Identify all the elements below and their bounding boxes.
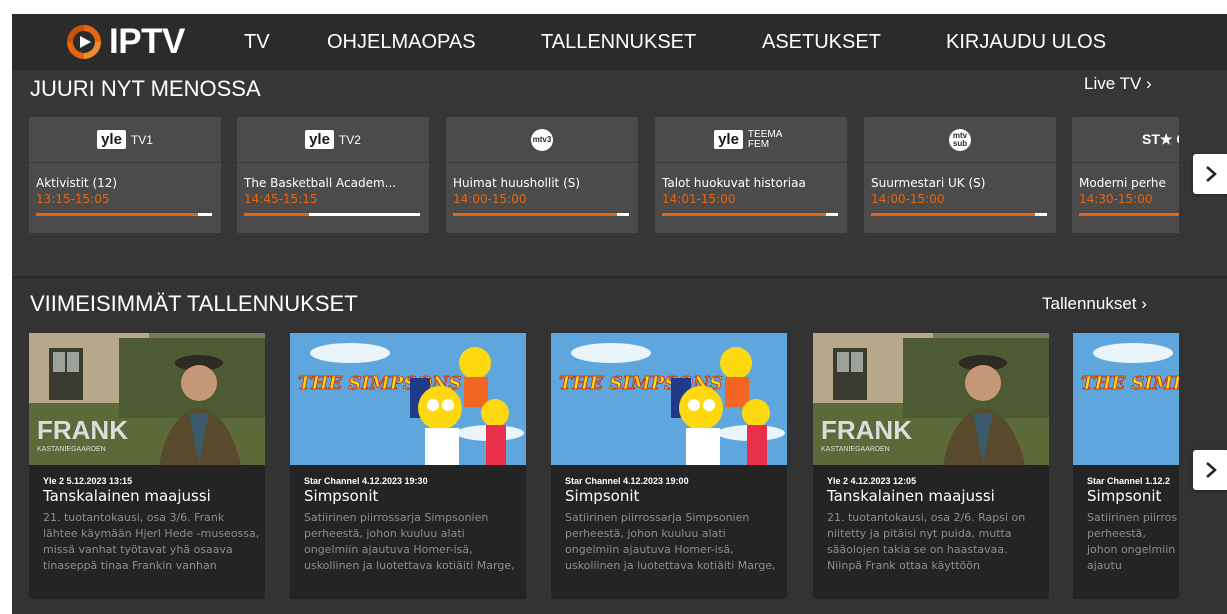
svg-text:KASTANIEGAARDEN: KASTANIEGAARDEN [37, 446, 106, 453]
recording-title: Tanskalainen maajussi [827, 487, 995, 505]
progress-bar [871, 213, 1047, 216]
svg-text:FRANK: FRANK [821, 415, 912, 445]
recording-thumbnail: THE SIMPSONS [551, 333, 787, 465]
recording-thumbnail: THE SIMPSONS [290, 333, 526, 465]
channel-program: The Basketball Academ... [244, 176, 397, 190]
channel-logo: yle TV1 [29, 117, 221, 163]
recording-meta: Yle 2 4.12.2023 12:05 [827, 476, 917, 486]
channel-card[interactable]: mtv3 Huimat huushollit (S) 14:00-15:00 [446, 117, 638, 233]
channel-logo: yle TV2 [237, 117, 429, 163]
channel-card[interactable]: yle TV1 Aktivistit (12) 13:15-15:05 [29, 117, 221, 233]
channel-program: Huimat huushollit (S) [453, 176, 581, 190]
recordings-carousel: FRANK KASTANIEGAARDEN Yle 2 5.12.2023 13… [29, 333, 1179, 599]
recording-description: 21. tuotantokausi, osa 3/6. Frank lähtee… [43, 511, 260, 572]
iptv-logo[interactable]: IPTV [67, 24, 185, 60]
top-navigation-bar: IPTV TV OHJELMAOPAS TALLENNUKSET ASETUKS… [12, 14, 1227, 70]
recording-thumbnail: FRANK KASTANIEGAARDEN [29, 333, 265, 465]
nav-tv[interactable]: TV [244, 31, 270, 54]
progress-bar [244, 213, 420, 216]
nav-kirjaudu-ulos[interactable]: KIRJAUDU ULOS [946, 31, 1106, 54]
nav-ohjelmaopas[interactable]: OHJELMAOPAS [327, 31, 476, 54]
channel-time: 14:45-15:15 [244, 192, 318, 206]
channel-time: 14:00-15:00 [453, 192, 527, 206]
recording-title: Simpsonit [565, 487, 640, 505]
recording-meta: Star Channel 4.12.2023 19:00 [565, 476, 689, 486]
recording-title: Simpsonit [1087, 487, 1162, 505]
channel-program: Talot huokuvat historiaa [662, 176, 806, 190]
channel-program: Aktivistit (12) [36, 176, 118, 190]
channel-card[interactable]: ST★ CHANN Moderni perhe 14:30-15:00 [1072, 117, 1179, 233]
iptv-app: IPTV TV OHJELMAOPAS TALLENNUKSET ASETUKS… [12, 14, 1227, 614]
live-tv-link[interactable]: Live TV › [1084, 74, 1152, 94]
recording-description: 21. tuotantokausi, osa 2/6. Rapsi on nii… [827, 511, 1026, 572]
recording-card[interactable]: FRANK KASTANIEGAARDEN Yle 2 5.12.2023 13… [29, 333, 265, 599]
recording-card[interactable]: THE SIMPSONS Star Channel 4.12.2023 19:3… [290, 333, 526, 599]
chevron-right-icon [1206, 166, 1217, 182]
now-playing-title: JUURI NYT MENOSSA [30, 76, 261, 101]
channel-time: 14:00-15:00 [871, 192, 945, 206]
channel-card[interactable]: yle TEEMA FEM Talot huokuvat historiaa 14… [655, 117, 847, 233]
svg-text:FRANK: FRANK [37, 415, 128, 445]
recordings-title: VIIMEISIMMÄT TALLENNUKSET [30, 291, 358, 316]
recording-meta: Star Channel 4.12.2023 19:30 [304, 476, 428, 486]
channel-logo: yle TEEMA FEM [655, 117, 847, 163]
channel-card[interactable]: yle TV2 The Basketball Academ... 14:45-15… [237, 117, 429, 233]
recording-meta: Yle 2 5.12.2023 13:15 [43, 476, 133, 486]
svg-text:THE SIMPSONS: THE SIMPSONS [1081, 373, 1179, 394]
recordings-link[interactable]: Tallennukset › [1042, 294, 1147, 314]
recording-description: Satiirinen piirrossarja Simpsonien perhe… [565, 511, 776, 572]
recording-card[interactable]: THE SIMPSONS Star Channel 4.12.2023 19:0… [551, 333, 787, 599]
recording-description: Satiirinen piirrossarja Simpsonien perhe… [304, 511, 515, 572]
recording-title: Tanskalainen maajussi [43, 487, 211, 505]
channel-time: 13:15-15:05 [36, 192, 110, 206]
nav-asetukset[interactable]: ASETUKSET [762, 31, 881, 54]
recording-meta: Star Channel 1.12.2 [1087, 476, 1171, 486]
channel-time: 14:30-15:00 [1079, 192, 1153, 206]
channel-logo: mtv sub [864, 117, 1056, 163]
recording-card[interactable]: FRANK KASTANIEGAARDEN Yle 2 4.12.2023 12… [813, 333, 1049, 599]
channel-time: 14:01-15:00 [662, 192, 736, 206]
iptv-logo-icon [67, 25, 101, 59]
channel-program: Suurmestari UK (S) [871, 176, 986, 190]
recording-thumbnail: FRANK KASTANIEGAARDEN [813, 333, 1049, 465]
now-playing-section: JUURI NYT MENOSSA Live TV › yle TV1 Aktiv… [12, 70, 1227, 273]
channel-card[interactable]: mtv sub Suurmestari UK (S) 14:00-15:00 [864, 117, 1056, 233]
recording-description: Satiirinen piirros perheestä, johon onge… [1087, 511, 1178, 572]
channel-next-button[interactable] [1193, 154, 1227, 194]
nav-tallennukset[interactable]: TALLENNUKSET [541, 31, 696, 54]
recording-card[interactable]: THE SIMPSONS Star Channel 1.12.2 Simpson… [1073, 333, 1179, 599]
recording-thumbnail: THE SIMPSONS [1073, 333, 1179, 465]
channel-logo: ST★ CHANN [1072, 117, 1179, 163]
recording-title: Simpsonit [304, 487, 379, 505]
chevron-right-icon [1206, 462, 1217, 478]
logo-text: IPTV [109, 22, 185, 61]
channel-carousel: yle TV1 Aktivistit (12) 13:15-15:05 yle TV… [29, 117, 1179, 233]
svg-text:KASTANIEGAARDEN: KASTANIEGAARDEN [821, 446, 890, 453]
recordings-next-button[interactable] [1193, 450, 1227, 490]
progress-bar [36, 213, 212, 216]
recordings-section: VIIMEISIMMÄT TALLENNUKSET Tallennukset › [12, 276, 1227, 614]
progress-bar [662, 213, 838, 216]
channel-logo: mtv3 [446, 117, 638, 163]
channel-program: Moderni perhe [1079, 176, 1166, 190]
progress-bar [1079, 213, 1179, 216]
progress-bar [453, 213, 629, 216]
